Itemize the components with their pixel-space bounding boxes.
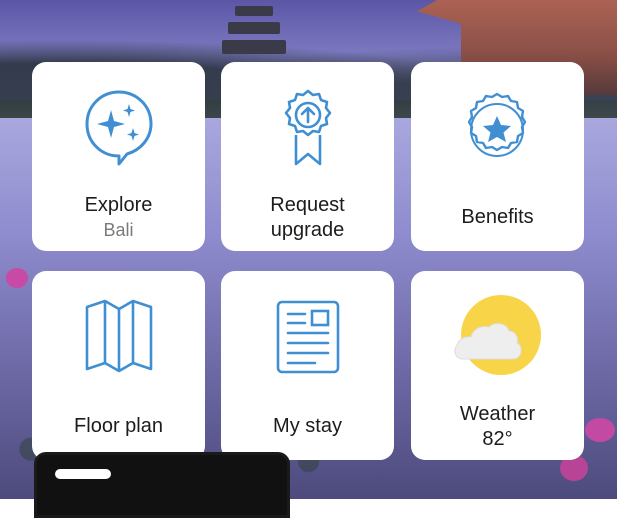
card-handle xyxy=(55,469,111,479)
explore-tile[interactable]: Explore Bali xyxy=(32,62,205,251)
star-badge-icon xyxy=(411,88,584,168)
sparkle-chat-icon xyxy=(32,88,205,168)
document-icon xyxy=(221,299,394,375)
request-label: Request xyxy=(270,194,345,216)
request-upgrade-tile[interactable]: Request upgrade xyxy=(221,62,394,251)
my-stay-label: My stay xyxy=(273,415,342,437)
explore-label: Explore xyxy=(84,194,153,216)
my-stay-tile[interactable]: My stay xyxy=(221,271,394,460)
upgrade-label: upgrade xyxy=(270,219,345,241)
weather-label: Weather xyxy=(459,403,536,425)
benefits-label: Benefits xyxy=(461,206,534,228)
pink-flower xyxy=(6,268,28,288)
benefits-tile[interactable]: Benefits xyxy=(411,62,584,251)
map-icon xyxy=(32,297,205,377)
floor-plan-label: Floor plan xyxy=(74,415,163,437)
weather-tile[interactable]: Weather 82° xyxy=(411,271,584,460)
explore-location: Bali xyxy=(103,220,134,240)
pink-flower xyxy=(585,418,615,442)
bottom-card[interactable] xyxy=(34,452,290,518)
floor-plan-tile[interactable]: Floor plan xyxy=(32,271,205,460)
award-ribbon-icon xyxy=(221,88,394,168)
temperature-value: 82° xyxy=(482,428,513,450)
partly-sunny-icon xyxy=(411,295,584,379)
pagoda xyxy=(214,0,294,70)
